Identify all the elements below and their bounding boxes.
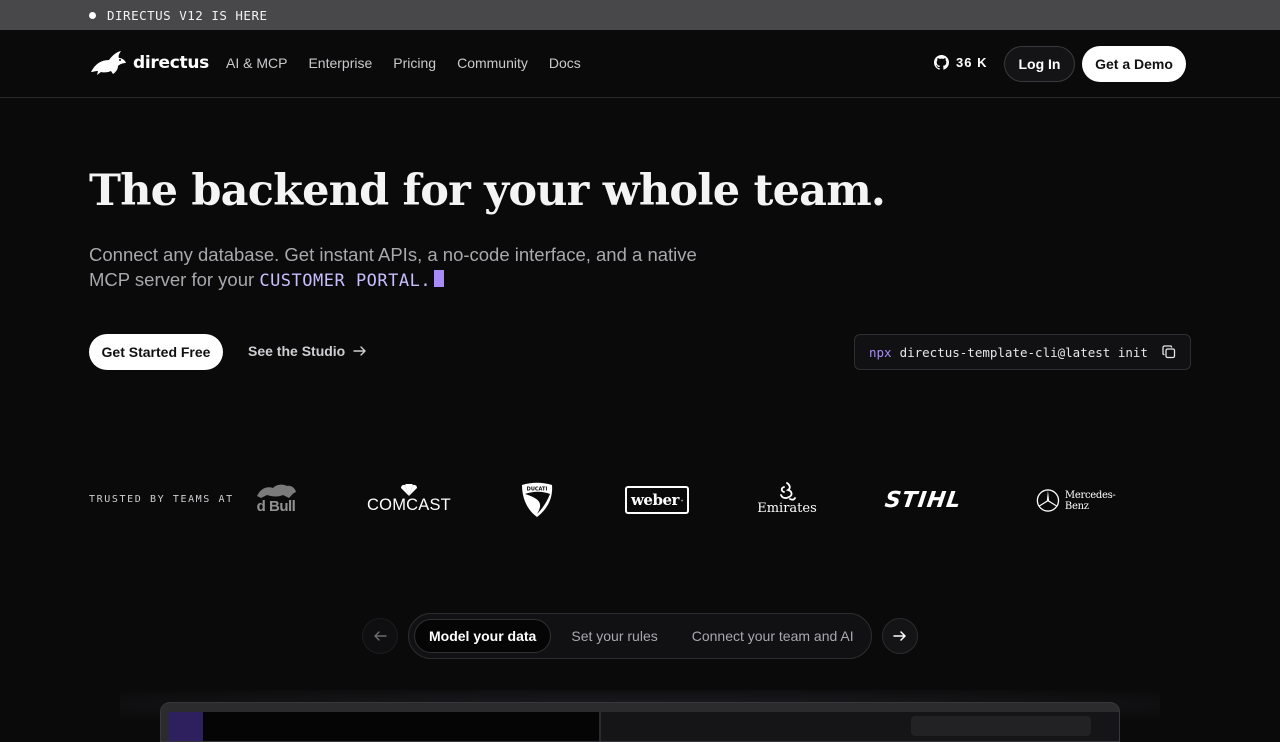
nav-link-pricing[interactable]: Pricing (393, 55, 436, 71)
grill-icon (681, 494, 683, 507)
mercedes-logo: Mercedes-Benz (1036, 488, 1136, 513)
announcement-bar[interactable]: DIRECTUS V12 IS HERE (0, 0, 1280, 30)
preview-sidebar (169, 712, 599, 742)
trusted-by-label: TRUSTED BY TEAMS AT (89, 494, 234, 505)
weber-wordmark: weber (631, 491, 679, 509)
product-preview-window (160, 702, 1120, 742)
nav-link-enterprise[interactable]: Enterprise (308, 55, 372, 71)
typed-highlight: CUSTOMER PORTAL. (259, 271, 431, 291)
emirates-calligraphy-icon (776, 482, 798, 502)
weber-logo: weber (624, 485, 690, 515)
redbull-wordmark: d Bull (257, 498, 296, 515)
ducati-wordmark: DUCATI (527, 487, 548, 493)
feature-tabs-carousel: Model your data Set your rules Connect y… (362, 613, 918, 659)
directus-logo[interactable]: directus (89, 50, 209, 76)
emirates-logo: Emirates (754, 482, 820, 516)
tab-connect-your-team[interactable]: Connect your team and AI (678, 619, 868, 653)
previous-button[interactable] (362, 618, 398, 654)
get-demo-button[interactable]: Get a Demo (1082, 46, 1186, 82)
next-button[interactable] (882, 618, 918, 654)
github-icon (934, 55, 949, 70)
copy-icon[interactable] (1162, 345, 1176, 359)
mercedes-star-icon (1036, 488, 1060, 513)
peacock-icon (398, 484, 420, 496)
emirates-wordmark: Emirates (757, 501, 817, 516)
get-started-button[interactable]: Get Started Free (89, 334, 223, 370)
feature-tabs: Model your data Set your rules Connect y… (408, 613, 872, 659)
stihl-wordmark: STIHL (883, 488, 963, 513)
stihl-logo: STIHL (880, 488, 966, 513)
redbull-logo: d Bull (248, 482, 304, 515)
tab-set-your-rules[interactable]: Set your rules (557, 619, 671, 653)
preview-accent-strip (169, 712, 203, 742)
arrow-right-icon (353, 344, 367, 358)
weber-badge: weber (625, 486, 689, 514)
nav-link-docs[interactable]: Docs (549, 55, 581, 71)
rabbit-logo-icon (89, 50, 127, 76)
hero-subtitle: Connect any database. Get instant APIs, … (89, 242, 729, 294)
mercedes-wordmark: Mercedes-Benz (1065, 490, 1136, 512)
typing-cursor (434, 270, 444, 287)
github-stars-link[interactable]: 36 K (934, 55, 987, 70)
ducati-logo: DUCATI (518, 482, 556, 518)
nav-link-ai-mcp[interactable]: AI & MCP (226, 55, 287, 71)
github-star-count: 36 K (956, 55, 987, 70)
ducati-shield-icon: DUCATI (519, 482, 555, 518)
cli-command-box[interactable]: npx directus-template-cli@latest init (854, 334, 1191, 370)
nav-links: AI & MCP Enterprise Pricing Community Do… (226, 55, 581, 71)
tab-model-your-data[interactable]: Model your data (414, 619, 551, 653)
brand-logo-strip: d Bull COMCAST DUCATI weber (248, 476, 1148, 526)
preview-field (911, 716, 1091, 736)
cli-prefix: npx (869, 345, 892, 360)
comcast-logo: COMCAST (368, 484, 450, 515)
logo-text: directus (133, 53, 209, 73)
see-studio-label: See the Studio (248, 343, 345, 359)
cli-command: directus-template-cli@latest init (900, 345, 1148, 360)
see-studio-link[interactable]: See the Studio (248, 343, 367, 359)
bullet-icon (89, 12, 96, 19)
announcement-text[interactable]: DIRECTUS V12 IS HERE (107, 8, 268, 23)
comcast-wordmark: COMCAST (367, 496, 451, 515)
nav-link-community[interactable]: Community (457, 55, 528, 71)
arrow-left-icon (373, 629, 387, 643)
login-button[interactable]: Log In (1004, 46, 1075, 82)
arrow-right-icon (893, 629, 907, 643)
hero-title: The backend for your whole team. (89, 166, 885, 216)
